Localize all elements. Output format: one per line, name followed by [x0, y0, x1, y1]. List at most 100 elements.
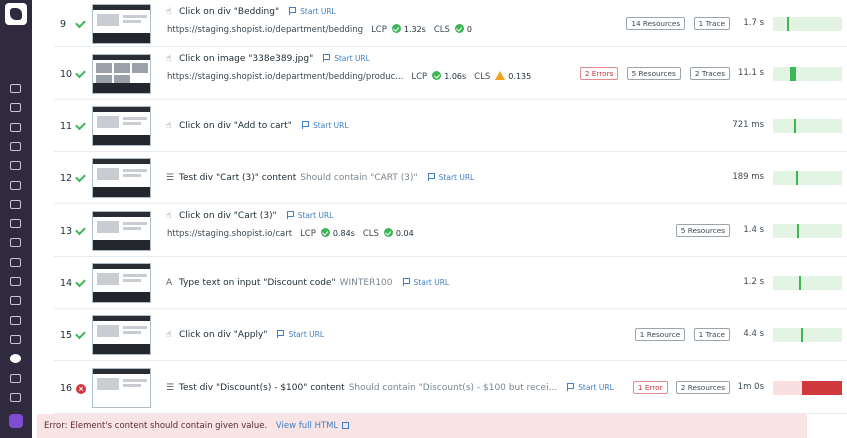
network-icon[interactable]	[9, 257, 22, 268]
start-url-label: Start URL	[578, 383, 614, 392]
binoculars-icon[interactable]	[9, 102, 22, 113]
step-screenshot-thumbnail[interactable]	[92, 263, 151, 303]
step-screenshot-thumbnail[interactable]	[92, 106, 151, 146]
step-timeline[interactable]	[773, 328, 842, 342]
lcp-label: LCP	[300, 229, 316, 239]
good-icon	[432, 71, 442, 80]
step-screenshot-thumbnail[interactable]	[92, 4, 151, 44]
step-timeline[interactable]	[773, 67, 842, 81]
avatar[interactable]	[9, 414, 23, 428]
flag-icon	[289, 7, 297, 15]
step-screenshot-thumbnail[interactable]	[92, 368, 151, 408]
step-row[interactable]: 16 × ☰ Test div "Discount(s) - $100" conten…	[54, 361, 847, 414]
logs-icon[interactable]	[9, 237, 22, 248]
chat-icon[interactable]	[9, 373, 22, 384]
errors-badge[interactable]: 1 Error	[632, 381, 668, 394]
start-url-label: Start URL	[312, 121, 349, 130]
start-url-link[interactable]: Start URL	[427, 173, 474, 182]
step-screenshot-thumbnail[interactable]	[92, 54, 151, 94]
assertion-icon: ☰	[166, 173, 175, 183]
resources-badge[interactable]: 14 Resources	[626, 17, 686, 30]
step-title: Type text on input "Discount code" WINTER…	[179, 278, 449, 288]
chart-icon[interactable]	[9, 141, 22, 152]
start-url-link[interactable]: Start URL	[402, 278, 449, 287]
type-text-icon: A	[166, 278, 173, 288]
step-screenshot-thumbnail[interactable]	[92, 315, 151, 355]
puzzle-icon[interactable]	[9, 218, 22, 229]
lcp-value: 1.06s	[444, 72, 467, 81]
start-url-link[interactable]: Start URL	[323, 54, 370, 63]
step-screenshot-thumbnail[interactable]	[92, 158, 151, 198]
dashboard-icon[interactable]	[9, 122, 22, 133]
start-url-link[interactable]: Start URL	[301, 121, 349, 130]
step-timeline[interactable]	[773, 171, 842, 185]
step-row[interactable]: 14 A Type text on input "Discount code" WIN…	[54, 257, 847, 309]
view-full-html-link[interactable]: View full HTML	[276, 421, 350, 431]
error-icon: ×	[76, 384, 86, 394]
step-title-text: Click on div "Add to cart"	[179, 121, 292, 131]
good-icon	[383, 228, 393, 237]
flag-icon	[277, 330, 285, 338]
step-row[interactable]: 11 ☝ Click on div "Add to cart" Start URL 72…	[54, 100, 847, 152]
assertion-icon: ☰	[166, 383, 175, 393]
step-row[interactable]: 9 ☝ Click on div "Bedding" Start URL https:/…	[54, 0, 847, 47]
resources-badge[interactable]: 2 Resources	[675, 381, 730, 394]
cls-label: CLS	[362, 229, 379, 239]
step-detail: Should contain "Discount(s) - $100 but r…	[348, 383, 558, 393]
step-url[interactable]: https://staging.shopist.io/cart	[167, 229, 292, 239]
step-timeline[interactable]	[773, 119, 842, 133]
notebook-icon[interactable]	[9, 315, 22, 326]
step-number: 11	[60, 121, 73, 132]
step-row[interactable]: 12 ☰ Test div "Cart (3)" content Should con…	[54, 152, 847, 204]
step-row[interactable]: 15 ☝ Click on div "Apply" Start URL 1 Trace 1…	[54, 309, 847, 361]
step-number: 12	[60, 173, 73, 184]
step-title: Test div "Cart (3)" content Should contai…	[179, 173, 474, 183]
good-icon	[320, 228, 330, 237]
step-screenshot-thumbnail[interactable]	[92, 211, 151, 251]
start-url-link[interactable]: Start URL	[289, 7, 336, 16]
apm-icon[interactable]	[9, 180, 22, 191]
step-row[interactable]: 13 ☝ Click on div "Cart (3)" Start URL https…	[54, 204, 847, 257]
step-title: Click on div "Bedding" Start URL	[179, 7, 336, 17]
cls-value: 0	[466, 25, 473, 34]
rum-icon[interactable]	[9, 295, 22, 306]
step-url[interactable]: https://staging.shopist.io/department/be…	[167, 25, 363, 35]
datadog-logo[interactable]	[5, 3, 27, 25]
integrations-icon[interactable]	[9, 160, 22, 171]
step-title: Click on div "Cart (3)" Start URL	[179, 211, 333, 221]
security-icon[interactable]	[9, 276, 22, 287]
step-timeline[interactable]	[773, 224, 842, 238]
help-icon[interactable]	[9, 392, 22, 403]
step-timeline[interactable]	[773, 276, 842, 290]
step-title-text: Click on div "Bedding"	[179, 7, 280, 17]
step-number: 14	[60, 278, 73, 289]
step-duration: 4.4 s	[743, 329, 764, 339]
cls-value: 0.04	[395, 229, 414, 238]
errors-badge[interactable]: 2 Errors	[579, 67, 619, 80]
step-timeline[interactable]	[773, 381, 842, 395]
start-url-link[interactable]: Start URL	[277, 330, 324, 339]
step-url[interactable]: https://staging.shopist.io/department/be…	[167, 72, 403, 82]
infrastructure-icon[interactable]	[9, 199, 22, 210]
step-duration: 1.4 s	[743, 225, 764, 235]
shield-icon[interactable]	[9, 334, 22, 345]
search-icon[interactable]	[9, 83, 22, 94]
click-icon: ☝	[166, 121, 172, 131]
start-url-link[interactable]: Start URL	[286, 211, 333, 220]
good-icon	[454, 24, 464, 33]
step-timeline[interactable]	[773, 17, 842, 31]
step-title-text: Click on div "Apply"	[179, 330, 268, 340]
start-url-link[interactable]: Start URL	[567, 383, 614, 392]
step-title: Click on div "Apply" Start URL	[179, 330, 324, 340]
traces-badge[interactable]: 1 Trace	[693, 328, 730, 341]
traces-badge[interactable]: 2 Traces	[689, 67, 730, 80]
traces-badge[interactable]: 1 Trace	[693, 17, 730, 30]
resources-badge[interactable]: 5 Resources	[675, 224, 730, 237]
step-row[interactable]: 10 ☝ Click on image "338e389.jpg" Start URL…	[54, 47, 847, 100]
resources-badge[interactable]: 1 Resource	[634, 328, 686, 341]
resources-badge[interactable]: 5 Resources	[626, 67, 681, 80]
gear-icon[interactable]	[9, 353, 22, 364]
flag-icon	[286, 211, 294, 219]
start-url-label: Start URL	[288, 330, 325, 339]
flag-icon	[301, 121, 309, 129]
